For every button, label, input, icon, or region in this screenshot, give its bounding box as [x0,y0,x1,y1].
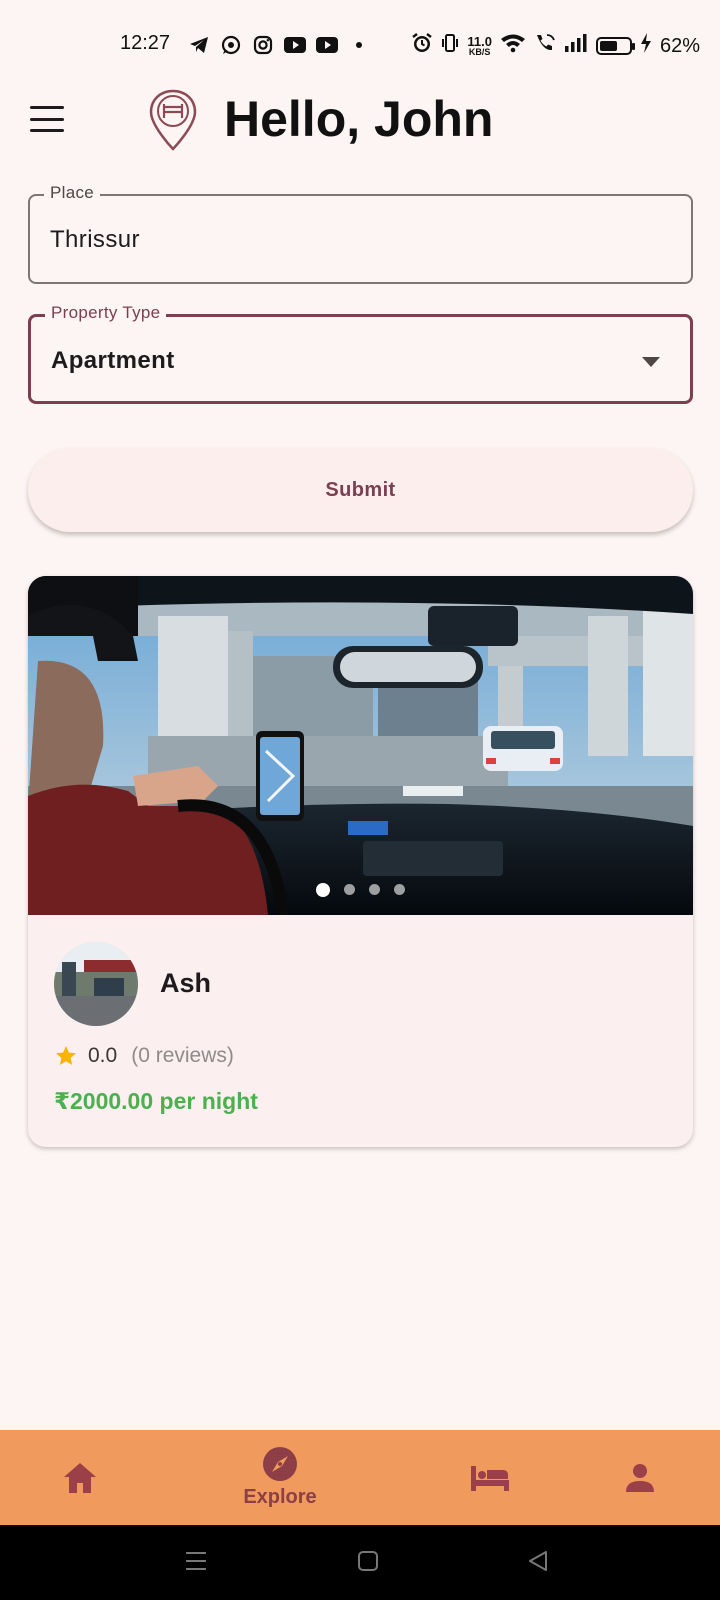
bottom-navigation: Explore [0,1430,720,1525]
vibrate-icon [441,33,459,59]
property-type-dropdown[interactable]: Property Type Apartment [28,303,693,404]
star-icon [56,1046,76,1065]
notification-icons [188,34,370,56]
place-field-label: Place [44,183,101,203]
hamburger-line [30,106,64,109]
carousel-dot[interactable] [369,884,380,895]
system-navigation-bar [0,1525,720,1600]
carousel-dot[interactable] [316,883,330,897]
bed-icon [471,1465,509,1491]
more-notifications-dot-icon [348,34,370,56]
price-per-night: ₹2000.00 per night [54,1088,258,1114]
network-speed-value: 11.0 [467,33,492,49]
youtube-icon [284,34,306,56]
person-icon [626,1463,654,1492]
property-type-value: Apartment [51,347,175,374]
nav-explore[interactable]: Explore [220,1430,340,1525]
status-time: 12:27 [120,32,171,54]
network-speed-unit: KB/S [468,46,491,57]
recent-apps-icon[interactable] [184,1549,208,1573]
telegram-icon [188,34,210,56]
rating-value: 0.0 [88,1044,118,1067]
app-header: Hello, John [0,86,720,156]
submit-button[interactable]: Submit [28,448,693,532]
menu-button[interactable] [30,106,64,132]
whatsapp-icon [220,34,242,56]
page-title: Hello, John [224,91,494,147]
carousel-dot[interactable] [394,884,405,895]
place-field-value[interactable]: Thrissur [50,226,140,254]
hamburger-line [30,129,64,132]
nav-bookings[interactable] [450,1430,530,1525]
carousel-indicator [28,883,693,897]
nav-profile[interactable] [600,1430,680,1525]
host-avatar [54,942,138,1026]
wifi-icon [500,33,526,59]
place-field[interactable]: Place Thrissur [28,183,693,284]
property-type-label: Property Type [45,303,167,323]
back-icon[interactable] [526,1549,550,1573]
hotel-location-pin-icon [149,89,197,151]
host-name: Ash [160,968,212,998]
system-status: 11.0 KB/S 62% [411,32,700,60]
listing-photo[interactable] [28,576,693,915]
network-speed: 11.0 KB/S [467,33,492,57]
alarm-icon [411,32,433,60]
carousel-dot[interactable] [344,884,355,895]
charging-icon [640,33,652,59]
status-bar: 12:27 11.0 KB/S 62% [0,0,720,92]
nav-home[interactable] [40,1430,120,1525]
home-nav-icon[interactable] [356,1549,380,1573]
listing-card[interactable]: Ash 0.0 (0 reviews) ₹2000.00 per night [28,576,693,1147]
battery-level [599,41,618,51]
youtube-icon [316,34,338,56]
rating-row: 0.0 (0 reviews) [54,1044,234,1068]
dropdown-arrow-icon[interactable] [642,357,660,367]
signal-icon [564,34,588,58]
instagram-icon [252,34,274,56]
wifi-calling-icon [534,33,556,59]
hamburger-line [30,117,64,121]
home-icon [64,1462,96,1493]
explore-icon [263,1447,297,1481]
battery-percent: 62% [659,34,700,57]
nav-explore-label: Explore [243,1486,317,1508]
review-count: (0 reviews) [131,1044,234,1067]
battery-icon [595,37,635,55]
